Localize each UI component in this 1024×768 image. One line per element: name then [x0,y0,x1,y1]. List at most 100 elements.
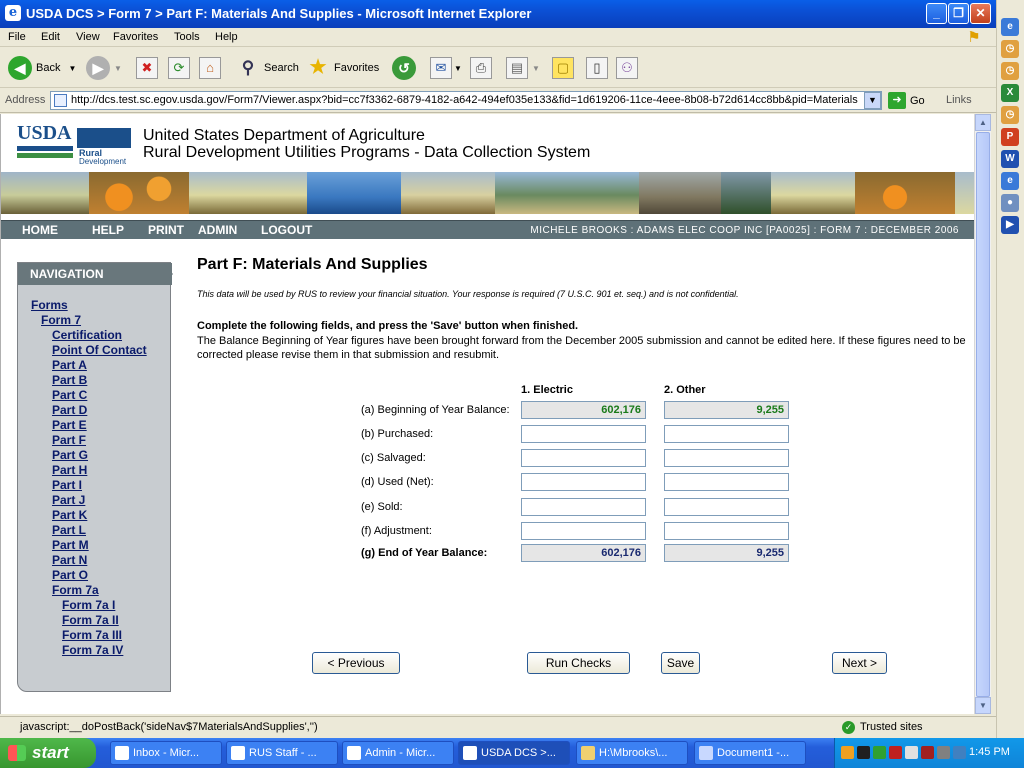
clock-icon-2[interactable]: ◷ [1001,62,1019,80]
nav-link-part-c[interactable]: Part C [52,388,87,402]
scroll-down-icon[interactable]: ▼ [975,697,991,714]
nav-link-part-d[interactable]: Part D [52,403,87,417]
messenger-button[interactable]: ▯ [586,56,608,80]
purchased-other-input[interactable] [664,425,789,443]
nav-link-part-i[interactable]: Part I [52,478,82,492]
nav-link-part-e[interactable]: Part E [52,418,87,432]
adjustment-other-input[interactable] [664,522,789,540]
nav-link-part-j[interactable]: Part J [52,493,85,507]
nav-admin[interactable]: ADMIN [198,223,237,237]
close-button[interactable]: ✕ [970,3,991,24]
print-button[interactable]: ⎙ [470,56,492,80]
home-button[interactable]: ⌂ [199,56,221,80]
back-button[interactable]: ◀ Back ▼ [8,56,76,80]
nav-print[interactable]: PRINT [148,223,184,237]
nav-link-form-7a-ii[interactable]: Form 7a II [62,613,119,627]
window-title-bar[interactable]: e USDA DCS > Form 7 > Part F: Materials … [0,0,1024,28]
previous-button[interactable]: < Previous [312,652,400,674]
clock-icon-3[interactable]: ◷ [1001,106,1019,124]
history-button[interactable]: ↺ [392,56,420,80]
ie-sidebar-icon[interactable]: e [1001,18,1019,36]
forward-dropdown-icon[interactable]: ▼ [114,64,122,73]
used-net-other-input[interactable] [664,473,789,491]
mail-button[interactable]: ✉ ▼ [430,56,462,80]
media-icon[interactable]: ▶ [1001,216,1019,234]
links-button[interactable]: Links [946,94,972,106]
task-rus-staff[interactable]: RUS Staff - ... [226,741,338,765]
nav-link-part-f[interactable]: Part F [52,433,86,447]
nav-logout[interactable]: LOGOUT [261,223,312,237]
nav-link-forms[interactable]: Forms [31,298,68,312]
address-input[interactable]: http://dcs.test.sc.egov.usda.gov/Form7/V… [50,91,882,110]
salvaged-electric-input[interactable] [521,449,646,467]
nav-link-form-7a-i[interactable]: Form 7a I [62,598,115,612]
tray-network-icon[interactable] [873,746,886,759]
menu-view[interactable]: View [76,31,100,43]
nav-link-part-m[interactable]: Part M [52,538,89,552]
minimize-button[interactable]: _ [926,3,947,24]
maximize-button[interactable]: ❐ [948,3,969,24]
sold-electric-input[interactable] [521,498,646,516]
salvaged-other-input[interactable] [664,449,789,467]
nav-home[interactable]: HOME [22,223,58,237]
discuss-button[interactable]: ▢ [552,56,574,80]
nav-link-part-b[interactable]: Part B [52,373,87,387]
nav-link-part-h[interactable]: Part H [52,463,87,477]
word-icon[interactable]: W [1001,150,1019,168]
user-icon[interactable]: ● [1001,194,1019,212]
tray-volume-icon[interactable] [937,746,950,759]
forward-button[interactable]: ▶ ▼ [86,56,122,80]
task-admin[interactable]: Admin - Micr... [342,741,454,765]
task-usda-dcs[interactable]: USDA DCS >... [458,741,570,765]
edit-button[interactable]: ▤ ▼ [506,56,540,80]
nav-link-part-g[interactable]: Part G [52,448,88,462]
tray-alert-icon[interactable] [857,746,870,759]
scroll-up-icon[interactable]: ▲ [975,114,991,131]
powerpoint-icon[interactable]: P [1001,128,1019,146]
nav-link-part-n[interactable]: Part N [52,553,87,567]
search-button[interactable]: ⚲ Search [236,56,299,80]
start-button[interactable]: start [0,738,96,768]
next-button[interactable]: Next > [832,652,887,674]
research-button[interactable]: ⚇ [616,56,638,80]
favorites-button[interactable]: ★ Favorites [306,56,379,80]
go-button[interactable]: ➜ Go [888,92,925,109]
clock-icon[interactable]: ◷ [1001,40,1019,58]
nav-link-part-k[interactable]: Part K [52,508,87,522]
task-explorer-folder[interactable]: H:\Mbrooks\... [576,741,688,765]
refresh-button[interactable]: ⟳ [168,56,190,80]
nav-link-part-a[interactable]: Part A [52,358,87,372]
back-dropdown-icon[interactable]: ▼ [68,64,76,73]
used-net-electric-input[interactable] [521,473,646,491]
menu-help[interactable]: Help [215,31,238,43]
nav-link-form-7[interactable]: Form 7 [41,313,81,327]
save-button[interactable]: Save [661,652,700,674]
menu-file[interactable]: File [8,31,26,43]
nav-link-form-7a-iv[interactable]: Form 7a IV [62,643,123,657]
tray-clock-icon[interactable] [841,746,854,759]
tray-antivirus-icon[interactable] [921,746,934,759]
task-document1[interactable]: Document1 -... [694,741,806,765]
vertical-scrollbar[interactable]: ▲ ▼ [974,114,991,714]
tray-shield-icon[interactable] [905,746,918,759]
nav-link-form-7a-iii[interactable]: Form 7a III [62,628,122,642]
run-checks-button[interactable]: Run Checks [527,652,630,674]
nav-help[interactable]: HELP [92,223,124,237]
nav-link-point-of-contact[interactable]: Point Of Contact [52,343,147,357]
task-inbox[interactable]: Inbox - Micr... [110,741,222,765]
ie-sidebar-icon-2[interactable]: e [1001,172,1019,190]
address-dropdown-icon[interactable]: ▼ [864,92,881,109]
scroll-thumb[interactable] [976,132,990,697]
stop-button[interactable]: ✖ [136,56,158,80]
nav-link-part-o[interactable]: Part O [52,568,88,582]
nav-link-form-7a[interactable]: Form 7a [52,583,99,597]
menu-edit[interactable]: Edit [41,31,60,43]
nav-link-certification[interactable]: Certification [52,328,122,342]
adjustment-electric-input[interactable] [521,522,646,540]
menu-favorites[interactable]: Favorites [113,31,158,43]
tray-security-icon[interactable] [889,746,902,759]
purchased-electric-input[interactable] [521,425,646,443]
menu-tools[interactable]: Tools [174,31,200,43]
tray-misc-icon[interactable] [953,746,966,759]
nav-link-part-l[interactable]: Part L [52,523,86,537]
